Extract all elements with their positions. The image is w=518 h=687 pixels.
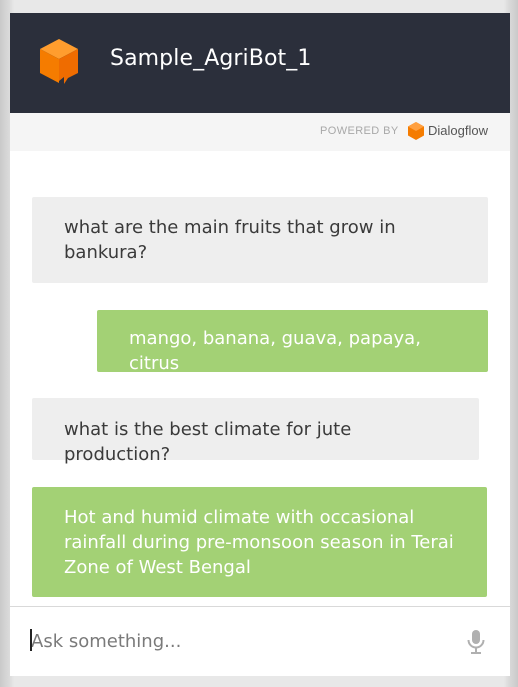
agent-cube-icon <box>40 39 78 84</box>
chat-header: Sample_AgriBot_1 <box>10 13 510 113</box>
microphone-icon[interactable] <box>465 629 487 655</box>
powered-by-bar: POWERED BY Dialogflow <box>10 113 510 151</box>
user-message: what are the main fruits that grow in ba… <box>32 197 488 283</box>
dialogflow-brand: Dialogflow <box>428 123 488 138</box>
dialogflow-logo-icon <box>408 122 424 140</box>
chat-widget: Sample_AgriBot_1 POWERED BY Dialogflow w… <box>10 13 510 676</box>
input-bar <box>10 606 510 676</box>
text-caret <box>30 629 32 651</box>
agent-name: Sample_AgriBot_1 <box>110 46 312 71</box>
user-message: what is the best climate for jute produc… <box>32 398 479 465</box>
powered-by-label: POWERED BY <box>320 125 399 137</box>
ask-input[interactable] <box>29 627 451 655</box>
bot-message: Hot and humid climate with occasional ra… <box>32 487 487 597</box>
bot-message: mango, banana, guava, papaya, citrus <box>97 310 488 374</box>
